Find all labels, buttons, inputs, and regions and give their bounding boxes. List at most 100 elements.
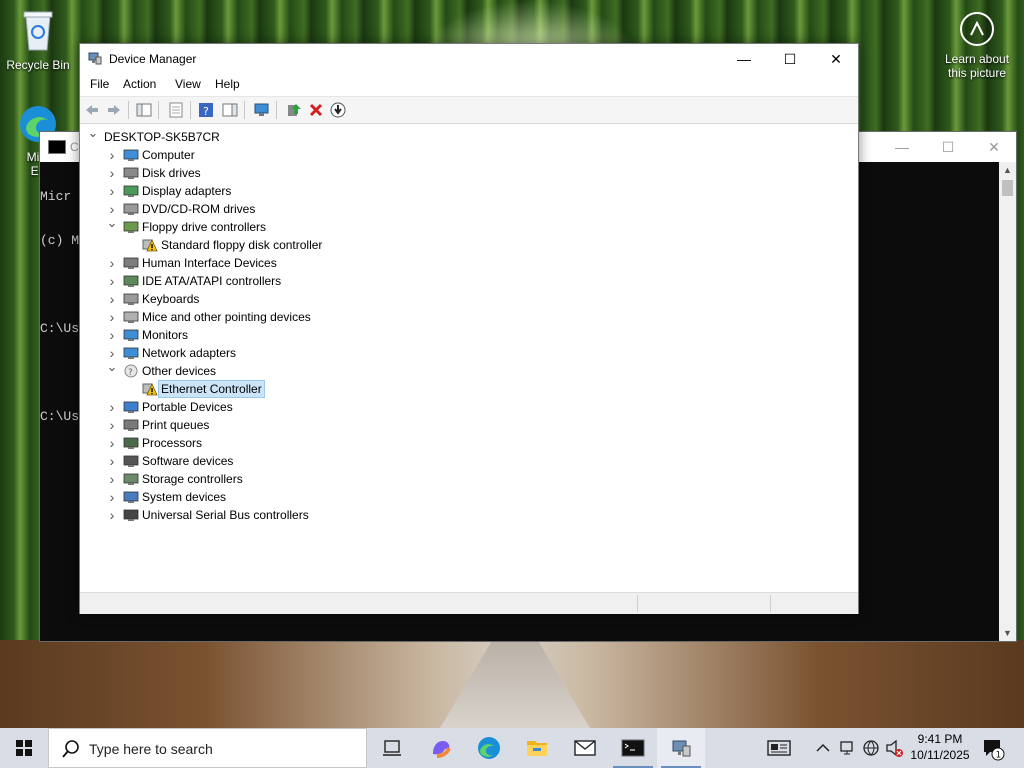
chevron-down-icon[interactable]: ⌄ [105, 214, 119, 232]
chevron-right-icon[interactable]: › [105, 326, 119, 344]
tree-item-computer[interactable]: › Computer [105, 146, 840, 164]
tree-item-universal-serial-bus-controllers[interactable]: › Universal Serial Bus controllers [105, 506, 840, 524]
tree-item-ethernet-controller[interactable]: Ethernet Controller [142, 380, 840, 398]
tree-item-dvd-cd-rom-drives[interactable]: › DVD/CD-ROM drives [105, 200, 840, 218]
news-widget-icon[interactable] [765, 728, 793, 768]
learn-about-picture[interactable]: Learn about this picture [940, 10, 1014, 80]
device-tray-icon[interactable] [838, 728, 856, 768]
other-devices-icon: ? [123, 364, 139, 378]
scroll-thumb[interactable] [1002, 180, 1013, 196]
search-icon [61, 739, 81, 762]
tree-item-label: Universal Serial Bus controllers [142, 508, 309, 522]
tree-item-monitors[interactable]: › Monitors [105, 326, 840, 344]
desktop-icon-recycle-bin[interactable]: Recycle Bin [0, 8, 76, 72]
tree-item-software-devices[interactable]: › Software devices [105, 452, 840, 470]
scroll-up-icon[interactable]: ▲ [999, 162, 1016, 178]
tree-item-mice-and-other-pointing-devices[interactable]: › Mice and other pointing devices [105, 308, 840, 326]
notification-center-icon[interactable]: 1 [980, 728, 1006, 768]
maximize-button[interactable]: ☐ [767, 44, 813, 74]
tree-item-other-devices[interactable]: ⌄? Other devices [105, 359, 840, 380]
console-text[interactable]: Micr (c) M C:\Us C:\Us [40, 164, 79, 454]
menu-action[interactable]: Action [123, 77, 156, 91]
tree-item-disk-drives[interactable]: › Disk drives [105, 164, 840, 182]
menu-file[interactable]: File [90, 77, 109, 91]
mail-icon[interactable] [561, 728, 609, 768]
menu-help[interactable]: Help [215, 77, 240, 91]
device-manager-window[interactable]: Device Manager — ☐ ✕ File Action View He… [79, 43, 859, 614]
tree-item-standard-floppy-disk-controller[interactable]: Standard floppy disk controller [142, 236, 840, 254]
close-button[interactable]: ✕ [813, 44, 859, 74]
desktop-icon-label: Recycle Bin [6, 58, 70, 72]
console-minimize-button[interactable]: — [882, 136, 922, 158]
tree-item-portable-devices[interactable]: › Portable Devices [105, 398, 840, 416]
tree-root[interactable]: ⌄ DESKTOP-SK5B7CR [86, 125, 840, 146]
processor-icon [123, 436, 139, 450]
chevron-right-icon[interactable]: › [105, 488, 119, 506]
chevron-right-icon[interactable]: › [105, 146, 119, 164]
recycle-bin-icon [0, 8, 76, 55]
tree-item-print-queues[interactable]: › Print queues [105, 416, 840, 434]
tree-item-floppy-drive-controllers[interactable]: ⌄ Floppy drive controllers [105, 215, 840, 236]
help-icon[interactable]: ? [198, 102, 214, 118]
copilot-icon[interactable] [417, 728, 465, 768]
chevron-up-icon[interactable] [814, 728, 832, 768]
chevron-right-icon[interactable]: › [105, 272, 119, 290]
volume-muted-icon[interactable] [884, 728, 904, 768]
chevron-down-icon[interactable]: ⌄ [86, 124, 100, 142]
tree-item-keyboards[interactable]: › Keyboards [105, 290, 840, 308]
taskbar-search-box[interactable]: Type here to search [48, 728, 367, 768]
uninstall-device-icon[interactable] [308, 102, 324, 118]
search-placeholder: Type here to search [89, 741, 213, 757]
show-hide-console-tree-icon[interactable] [136, 102, 152, 118]
start-button[interactable] [0, 728, 48, 768]
menu-view[interactable]: View [175, 77, 201, 91]
chevron-down-icon[interactable]: ⌄ [105, 358, 119, 376]
tree-item-label: Standard floppy disk controller [161, 238, 323, 252]
warning-device-icon [142, 238, 158, 252]
tree-item-network-adapters[interactable]: › Network adapters [105, 344, 840, 362]
action-pane-icon[interactable] [222, 102, 238, 118]
chevron-right-icon[interactable]: › [105, 506, 119, 524]
console-maximize-button[interactable]: ☐ [928, 136, 968, 158]
console-close-button[interactable]: ✕ [974, 136, 1014, 158]
network-globe-icon[interactable] [861, 728, 881, 768]
tree-item-processors[interactable]: › Processors [105, 434, 840, 452]
console-scrollbar[interactable]: ▲ ▼ [999, 162, 1016, 641]
chevron-right-icon[interactable]: › [105, 398, 119, 416]
tree-item-label: Display adapters [142, 184, 232, 198]
tree-item-label: Human Interface Devices [142, 256, 277, 270]
chevron-right-icon[interactable]: › [105, 308, 119, 326]
tree-item-display-adapters[interactable]: › Display adapters [105, 182, 840, 200]
tree-item-label: DVD/CD-ROM drives [142, 202, 256, 216]
update-driver-icon[interactable] [286, 102, 302, 118]
chevron-right-icon[interactable]: › [105, 434, 119, 452]
chevron-right-icon[interactable]: › [105, 470, 119, 488]
device-manager-titlebar[interactable]: Device Manager — ☐ ✕ [80, 44, 858, 74]
tree-item-system-devices[interactable]: › System devices [105, 488, 840, 506]
tree-item-storage-controllers[interactable]: › Storage controllers [105, 470, 840, 488]
chevron-right-icon[interactable]: › [105, 290, 119, 308]
device-tree[interactable]: ⌄ DESKTOP-SK5B7CR › Computer › Disk drives › Di… [80, 124, 858, 588]
network-adapter-icon [123, 346, 139, 360]
task-view-icon[interactable] [368, 728, 416, 768]
minimize-button[interactable]: — [721, 44, 767, 74]
forward-icon[interactable] [106, 102, 122, 118]
properties-icon[interactable] [168, 102, 184, 118]
device-manager-taskbar-icon[interactable] [657, 728, 705, 768]
edge-icon[interactable] [465, 728, 513, 768]
terminal-icon[interactable] [609, 728, 657, 768]
software-device-icon [123, 454, 139, 468]
tree-item-human-interface-devices[interactable]: › Human Interface Devices [105, 254, 840, 272]
chevron-right-icon[interactable]: › [105, 254, 119, 272]
file-explorer-icon[interactable] [513, 728, 561, 768]
chevron-right-icon[interactable]: › [105, 452, 119, 470]
taskbar-clock[interactable]: 9:41 PM 10/11/2025 [905, 731, 975, 763]
chevron-right-icon[interactable]: › [105, 164, 119, 182]
chevron-right-icon[interactable]: › [105, 182, 119, 200]
tree-item-ide-ata-atapi-controllers[interactable]: › IDE ATA/ATAPI controllers [105, 272, 840, 290]
scroll-down-icon[interactable]: ▼ [999, 625, 1016, 641]
disable-device-icon[interactable] [330, 102, 346, 118]
chevron-right-icon[interactable]: › [105, 416, 119, 434]
scan-hardware-icon[interactable] [254, 102, 270, 118]
back-icon[interactable] [84, 102, 100, 118]
